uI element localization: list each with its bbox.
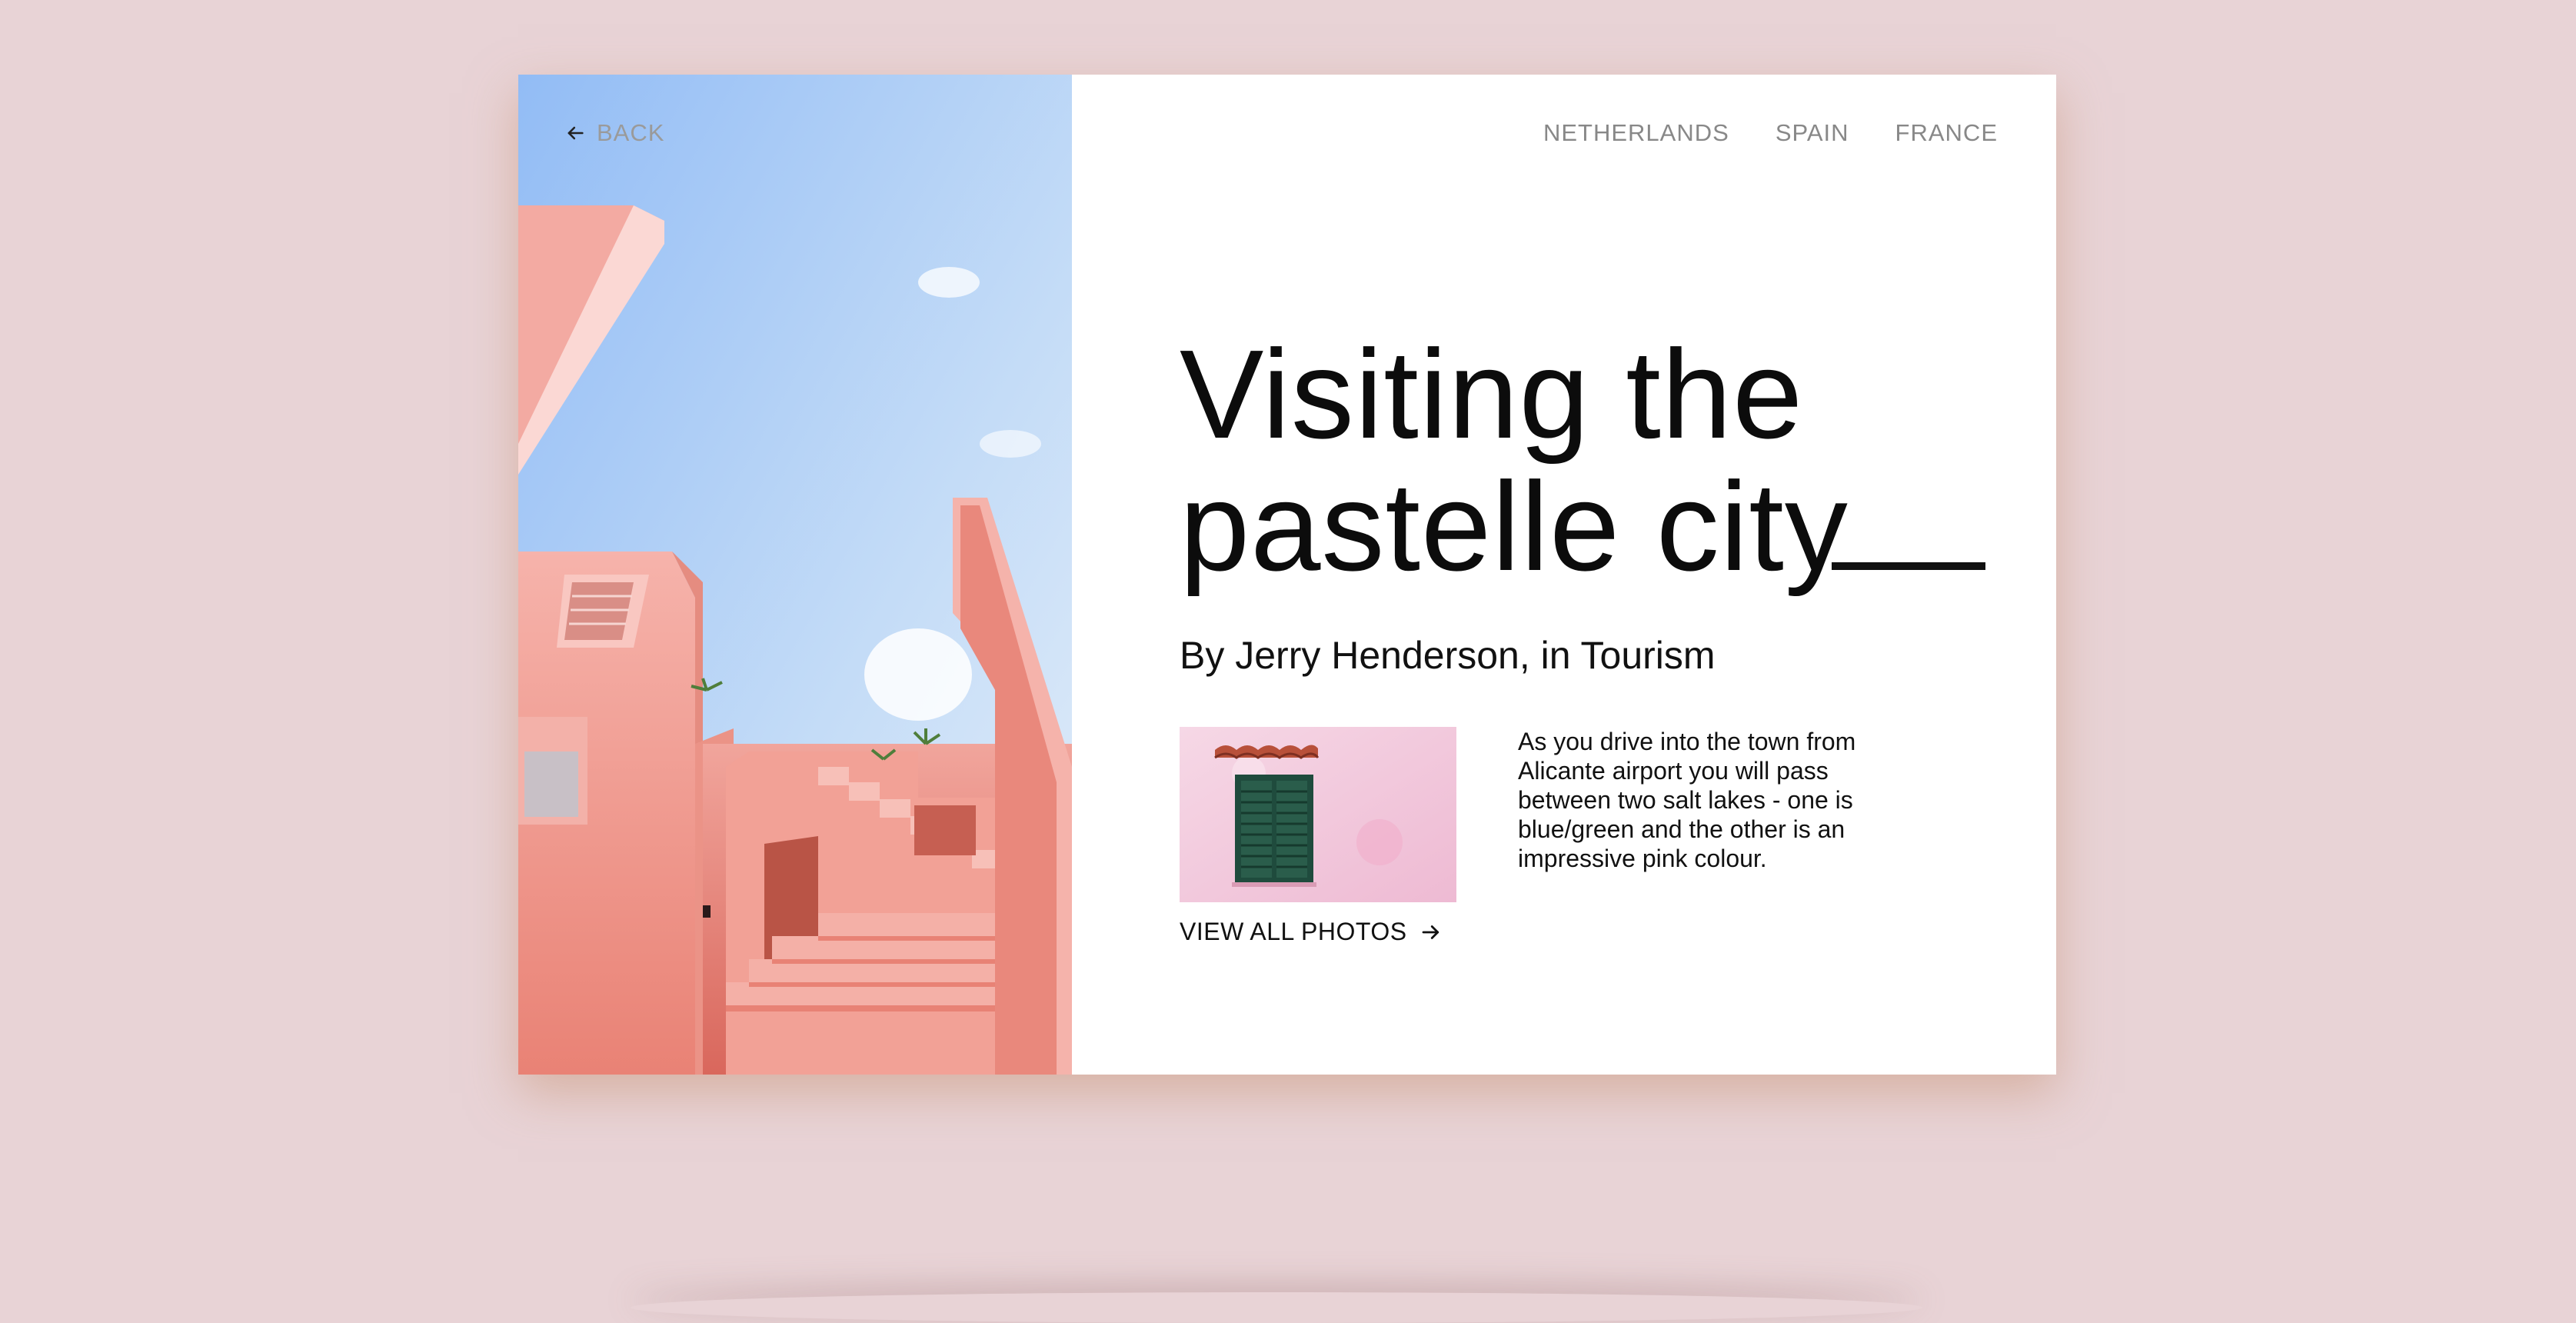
nav-link-netherlands[interactable]: NETHERLANDS [1543,119,1729,147]
article-byline: By Jerry Henderson, in Tourism [1180,634,1716,677]
view-all-photos-label: VIEW ALL PHOTOS [1180,918,1407,945]
arrow-left-icon [564,122,586,144]
nav-link-spain[interactable]: SPAIN [1776,119,1849,147]
arrow-right-icon [1419,921,1443,944]
top-navigation: NETHERLANDS SPAIN FRANCE [1543,119,1998,147]
title-divider [1832,562,1985,570]
back-link[interactable]: BACK [564,119,664,147]
article-title-line-1: Visiting the [1180,324,1804,465]
back-label: BACK [597,119,665,146]
article-title-line-2: pastelle city [1180,456,1849,597]
hero-photo-building [518,75,1072,1075]
article-excerpt: As you drive into the town from Alicante… [1518,728,1856,872]
nav-link-france[interactable]: FRANCE [1895,119,1998,147]
page-shadow-decoration [631,1292,1922,1323]
view-all-photos-link[interactable]: VIEW ALL PHOTOS [1180,918,1443,946]
window-thumbnail-image[interactable] [1180,727,1456,902]
article-title: Visiting the pastelle city [1180,328,1849,593]
article-card: BACK NETHERLANDS SPAIN FRANCE Visiting t… [518,75,2056,1075]
